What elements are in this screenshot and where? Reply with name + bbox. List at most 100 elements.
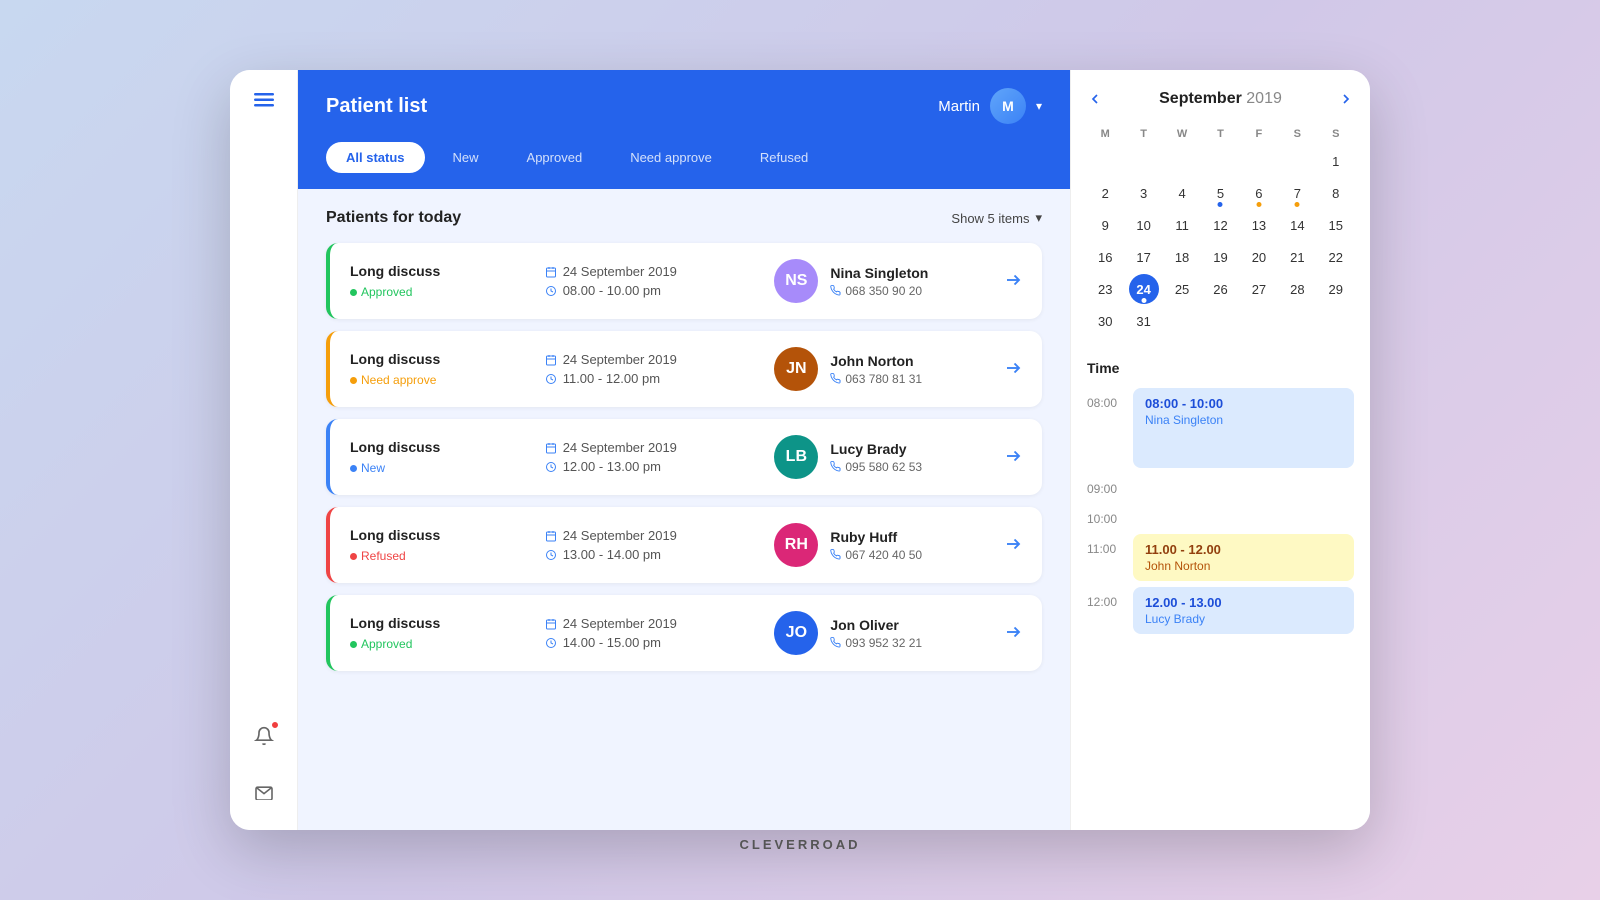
calendar-day[interactable]: 15	[1321, 210, 1351, 240]
card-info: Long discuss Approved	[350, 263, 525, 299]
calendar-day[interactable]: 16	[1090, 242, 1120, 272]
card-datetime: 24 September 2019 12.00 - 13.00 pm	[545, 440, 755, 474]
card-type: Long discuss	[350, 263, 525, 279]
calendar-day[interactable]: 10	[1129, 210, 1159, 240]
status-text: Approved	[361, 285, 412, 299]
card-patient: JN John Norton 063 780 81 31	[774, 347, 984, 391]
calendar-day-header: S	[1318, 124, 1354, 144]
calendar-header: September 2019	[1087, 90, 1354, 108]
calendar-day-header: S	[1279, 124, 1315, 144]
calendar-day[interactable]: 22	[1321, 242, 1351, 272]
calendar-day[interactable]: 25	[1167, 274, 1197, 304]
phone-icon	[830, 637, 841, 648]
chevron-down-icon: ▾	[1036, 99, 1042, 113]
clock-icon	[545, 549, 557, 561]
patient-name: John Norton	[830, 353, 922, 369]
calendar-day[interactable]: 28	[1282, 274, 1312, 304]
app-container: Patient list Martin M ▾ All status New A…	[230, 70, 1370, 830]
calendar-day[interactable]: 24	[1129, 274, 1159, 304]
patient-name: Ruby Huff	[830, 529, 922, 545]
card-datetime: 24 September 2019 11.00 - 12.00 pm	[545, 352, 755, 386]
calendar-day[interactable]: 5	[1205, 178, 1235, 208]
calendar-day-header: F	[1241, 124, 1277, 144]
card-datetime: 24 September 2019 13.00 - 14.00 pm	[545, 528, 755, 562]
patient-card[interactable]: Long discuss Refused 24 September 2019 1…	[326, 507, 1042, 583]
notification-icon[interactable]	[246, 718, 282, 754]
calendar-day[interactable]: 23	[1090, 274, 1120, 304]
time-section: Time 08:00 08:00 - 10:00 Nina Singleton …	[1087, 360, 1354, 640]
patient-phone: 068 350 90 20	[830, 284, 928, 298]
calendar-day[interactable]: 11	[1167, 210, 1197, 240]
calendar-day[interactable]: 19	[1205, 242, 1235, 272]
calendar-day[interactable]: 29	[1321, 274, 1351, 304]
calendar-prev-button[interactable]	[1087, 91, 1103, 107]
patient-arrow-button[interactable]	[1004, 271, 1022, 292]
patient-arrow-button[interactable]	[1004, 359, 1022, 380]
time-marker: 08:00	[1087, 388, 1123, 410]
calendar-day[interactable]: 30	[1090, 306, 1120, 336]
card-status: Need approve	[350, 373, 525, 387]
calendar-day[interactable]: 31	[1129, 306, 1159, 336]
user-menu[interactable]: Martin M ▾	[938, 88, 1042, 124]
calendar-day[interactable]: 14	[1282, 210, 1312, 240]
time-label: Time	[1087, 360, 1354, 376]
card-type: Long discuss	[350, 351, 525, 367]
calendar-day[interactable]: 7	[1282, 178, 1312, 208]
time-event[interactable]: 12.00 - 13.00 Lucy Brady	[1133, 587, 1354, 634]
time-event[interactable]: 08:00 - 10:00 Nina Singleton	[1133, 388, 1354, 468]
patient-arrow-button[interactable]	[1004, 447, 1022, 468]
calendar-day[interactable]: 18	[1167, 242, 1197, 272]
phone-icon	[830, 285, 841, 296]
calendar-day[interactable]: 2	[1090, 178, 1120, 208]
status-dot	[350, 641, 357, 648]
card-info: Long discuss Need approve	[350, 351, 525, 387]
patient-name: Jon Oliver	[830, 617, 922, 633]
patient-card[interactable]: Long discuss Approved 24 September 2019 …	[326, 595, 1042, 671]
calendar-day[interactable]: 8	[1321, 178, 1351, 208]
calendar-day[interactable]: 4	[1167, 178, 1197, 208]
menu-icon[interactable]	[254, 90, 274, 113]
patient-arrow-button[interactable]	[1004, 535, 1022, 556]
time-row: 08:00 08:00 - 10:00 Nina Singleton	[1087, 388, 1354, 468]
calendar-day[interactable]: 9	[1090, 210, 1120, 240]
calendar-day-header: T	[1202, 124, 1238, 144]
mail-icon[interactable]	[246, 774, 282, 810]
calendar-day[interactable]: 13	[1244, 210, 1274, 240]
status-dot	[350, 553, 357, 560]
chevron-icon: ▾	[1035, 210, 1042, 226]
patient-card[interactable]: Long discuss Need approve 24 September 2…	[326, 331, 1042, 407]
tab-refused[interactable]: Refused	[740, 142, 828, 173]
tab-new[interactable]: New	[433, 142, 499, 173]
time-event[interactable]: 11.00 - 12.00 John Norton	[1133, 534, 1354, 581]
card-date: 24 September 2019	[545, 440, 755, 455]
patient-card[interactable]: Long discuss New 24 September 2019 12.00…	[326, 419, 1042, 495]
card-type: Long discuss	[350, 527, 525, 543]
calendar-day[interactable]: 12	[1205, 210, 1235, 240]
clock-icon	[545, 461, 557, 473]
card-info: Long discuss New	[350, 439, 525, 475]
calendar-day[interactable]: 26	[1205, 274, 1235, 304]
user-name: Martin	[938, 98, 980, 115]
status-text: Need approve	[361, 373, 436, 387]
calendar-empty-cell	[1164, 146, 1200, 176]
calendar-day[interactable]: 21	[1282, 242, 1312, 272]
calendar-day[interactable]: 3	[1129, 178, 1159, 208]
patient-arrow-button[interactable]	[1004, 623, 1022, 644]
tab-all-status[interactable]: All status	[326, 142, 425, 173]
patient-card[interactable]: Long discuss Approved 24 September 2019 …	[326, 243, 1042, 319]
show-items-button[interactable]: Show 5 items ▾	[951, 210, 1042, 226]
calendar-day[interactable]: 20	[1244, 242, 1274, 272]
card-time: 11.00 - 12.00 pm	[545, 371, 755, 386]
calendar-day[interactable]: 27	[1244, 274, 1274, 304]
card-time: 14.00 - 15.00 pm	[545, 635, 755, 650]
status-dot	[350, 377, 357, 384]
calendar-next-button[interactable]	[1338, 91, 1354, 107]
calendar-day[interactable]: 17	[1129, 242, 1159, 272]
calendar-day[interactable]: 6	[1244, 178, 1274, 208]
calendar-day-header: M	[1087, 124, 1123, 144]
brand-footer: CLEVERROAD	[739, 837, 860, 852]
phone-icon	[830, 373, 841, 384]
calendar-day[interactable]: 1	[1321, 146, 1351, 176]
tab-need-approve[interactable]: Need approve	[610, 142, 732, 173]
tab-approved[interactable]: Approved	[507, 142, 603, 173]
